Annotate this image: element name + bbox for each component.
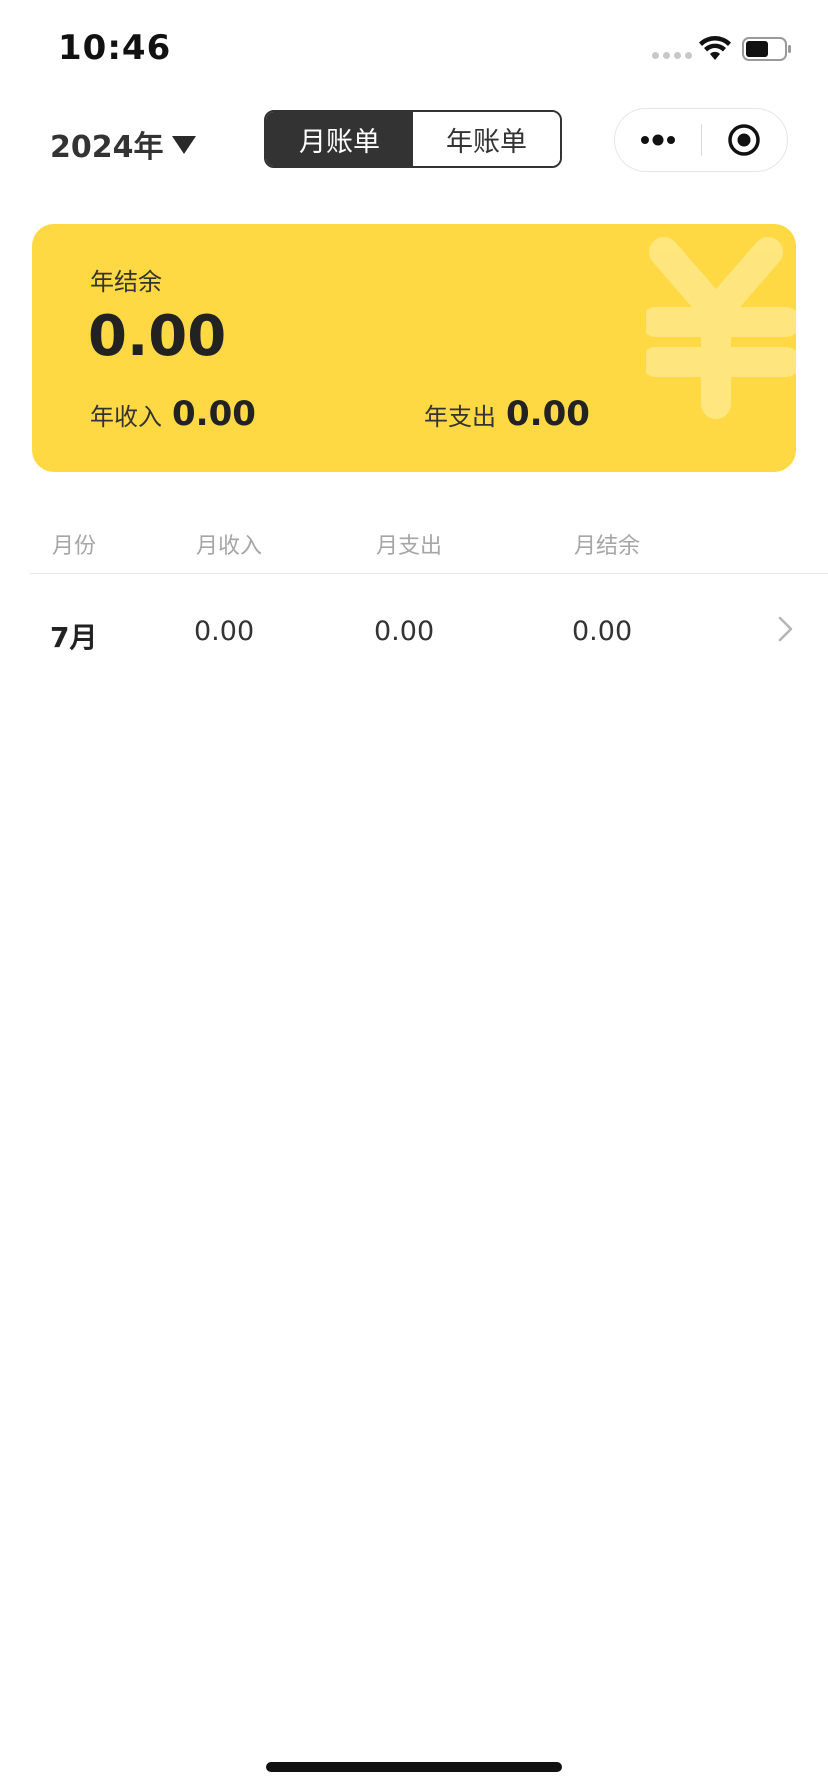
tab-monthly-bill[interactable]: 月账单 xyxy=(266,112,413,166)
table-header: 月份 月收入 月支出 月结余 xyxy=(30,510,828,574)
status-time: 10:46 xyxy=(58,28,172,68)
status-bar: 10:46 xyxy=(0,0,828,100)
balance-value: 0.00 xyxy=(88,304,227,369)
row-expense: 0.00 xyxy=(374,616,435,647)
income-label: 年收入 xyxy=(90,403,162,431)
expense-value: 0.00 xyxy=(506,394,590,434)
mini-program-capsule xyxy=(614,108,788,172)
bill-type-switch: 月账单 年账单 xyxy=(264,110,562,168)
income-value: 0.00 xyxy=(172,394,256,434)
wifi-icon xyxy=(699,36,731,60)
column-header-expense: 月支出 xyxy=(376,534,443,559)
triangle-down-icon xyxy=(171,136,196,154)
yearly-summary-card: 年结余 0.00 年收入 0.00 年支出 0.00 xyxy=(32,224,796,472)
balance-label: 年结余 xyxy=(90,268,162,296)
chevron-right-icon xyxy=(778,616,793,642)
signal-icon xyxy=(652,52,692,59)
column-header-income: 月收入 xyxy=(196,534,263,559)
year-picker[interactable]: 2024年 xyxy=(50,122,196,166)
row-income: 0.00 xyxy=(194,616,255,647)
column-header-balance: 月结余 xyxy=(574,534,641,559)
target-circle-icon xyxy=(728,124,760,156)
column-header-month: 月份 xyxy=(52,534,97,559)
row-balance: 0.00 xyxy=(572,616,633,647)
more-dots-icon xyxy=(640,134,675,146)
row-month: 7月 xyxy=(50,621,98,654)
more-button[interactable] xyxy=(615,108,701,172)
header: 2024年 月账单 年账单 xyxy=(0,100,828,210)
close-button[interactable] xyxy=(702,108,788,172)
income-summary: 年收入 0.00 xyxy=(90,394,256,434)
battery-icon xyxy=(742,37,791,61)
table-row[interactable]: 7月 0.00 0.00 0.00 xyxy=(30,574,796,690)
expense-summary: 年支出 0.00 xyxy=(424,394,590,434)
expense-label: 年支出 xyxy=(424,403,496,431)
year-label: 2024年 xyxy=(50,130,164,165)
home-indicator[interactable] xyxy=(266,1762,562,1772)
tab-yearly-bill[interactable]: 年账单 xyxy=(413,112,560,166)
yen-icon xyxy=(646,237,796,419)
